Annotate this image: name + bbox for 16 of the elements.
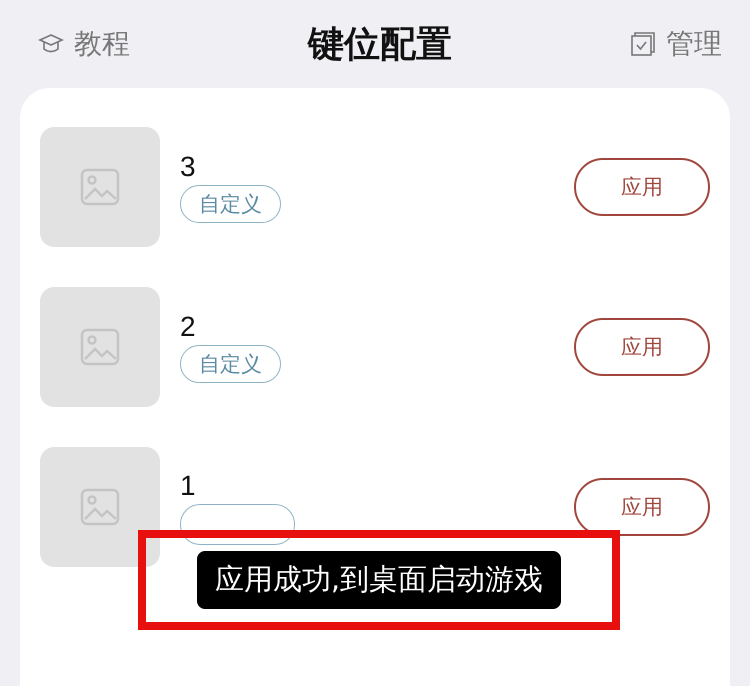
manage-button[interactable]: 管理 — [630, 25, 722, 63]
apply-button[interactable]: 应用 — [574, 158, 710, 216]
image-icon — [80, 328, 120, 366]
config-name: 1 — [180, 470, 196, 502]
toast-message: 应用成功,到桌面启动游戏 — [196, 551, 562, 609]
custom-tag: 自定义 — [180, 185, 281, 223]
custom-tag: 自定义 — [180, 345, 281, 383]
image-icon — [80, 488, 120, 526]
image-icon — [80, 168, 120, 206]
tutorial-button[interactable]: 教程 — [38, 25, 130, 63]
config-name: 3 — [180, 151, 196, 183]
apply-button[interactable]: 应用 — [574, 318, 710, 376]
page-title: 键位配置 — [308, 22, 452, 66]
config-name: 2 — [180, 311, 196, 343]
checkbox-icon — [630, 31, 656, 57]
apply-button[interactable]: 应用 — [574, 478, 710, 536]
